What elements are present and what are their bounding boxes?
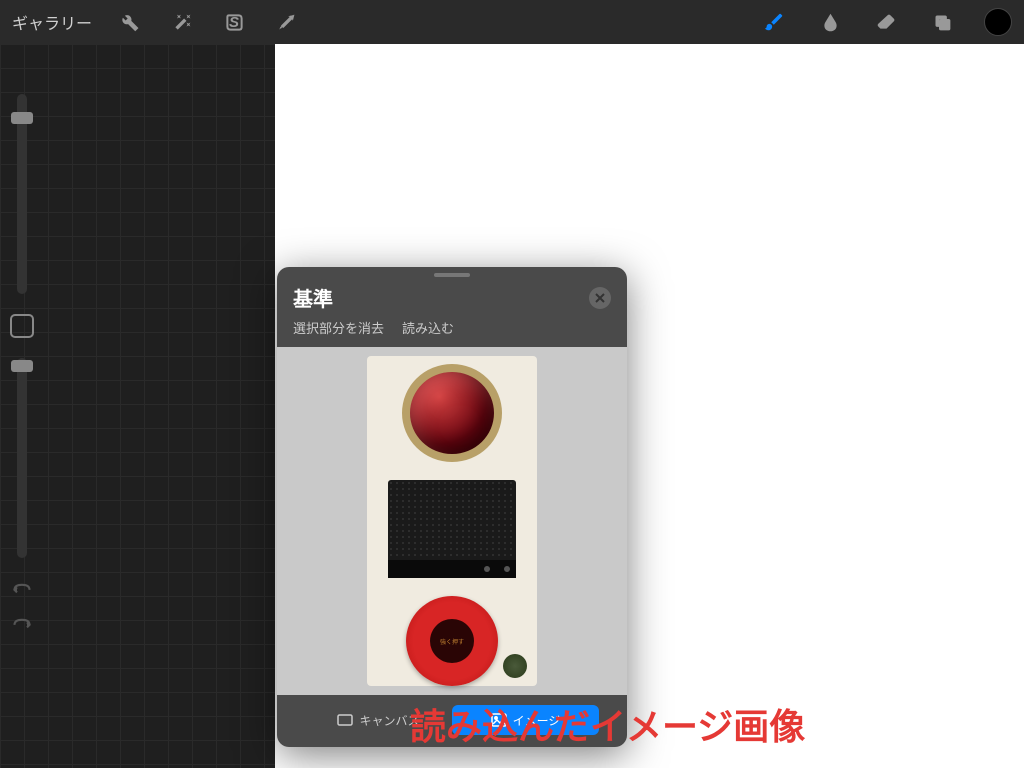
undo-redo-group (4, 580, 40, 636)
panel-header: 基準 (277, 279, 627, 318)
redo-icon[interactable] (12, 615, 32, 636)
load-button[interactable]: 読み込む (402, 318, 454, 337)
top-toolbar: ギャラリー S (0, 0, 1024, 44)
speaker-grill (388, 480, 516, 578)
alarm-button: 強く押す (406, 596, 498, 686)
panel-actions: 選択部分を消去 読み込む (277, 318, 627, 347)
reference-panel[interactable]: 基準 選択部分を消去 読み込む 強く押す (277, 267, 627, 747)
color-swatch[interactable] (984, 8, 1012, 36)
panel-drag-handle[interactable] (434, 273, 470, 277)
opacity-slider[interactable] (17, 358, 27, 558)
close-icon[interactable] (589, 287, 611, 309)
alarm-dome (402, 364, 502, 462)
panel-title: 基準 (293, 283, 333, 312)
undo-icon[interactable] (12, 580, 32, 601)
arrow-icon[interactable] (272, 8, 300, 36)
eraser-icon[interactable] (872, 8, 900, 36)
wand-icon[interactable] (168, 8, 196, 36)
toolbar-right (760, 8, 1012, 36)
smudge-icon[interactable] (816, 8, 844, 36)
workspace: 基準 選択部分を消去 読み込む 強く押す (0, 44, 1024, 768)
clear-selection-button[interactable]: 選択部分を消去 (293, 318, 384, 337)
selection-icon[interactable]: S (220, 8, 248, 36)
layers-icon[interactable] (928, 8, 956, 36)
slider-thumb[interactable] (11, 360, 33, 372)
toolbar-left: ギャラリー S (12, 8, 300, 36)
caption-text: 読み込んだイメージ画像 (410, 698, 805, 750)
wrench-icon[interactable] (116, 8, 144, 36)
slider-thumb[interactable] (11, 112, 33, 124)
reference-image[interactable]: 強く押す (277, 347, 627, 695)
left-sidebar (4, 94, 40, 636)
modify-toggle[interactable] (10, 314, 34, 338)
canvas-tab-icon (337, 714, 353, 726)
fire-alarm-device: 強く押す (367, 356, 537, 686)
brush-size-slider[interactable] (17, 94, 27, 294)
brush-icon[interactable] (760, 8, 788, 36)
seal-sticker (503, 654, 527, 678)
gallery-button[interactable]: ギャラリー (12, 10, 92, 34)
